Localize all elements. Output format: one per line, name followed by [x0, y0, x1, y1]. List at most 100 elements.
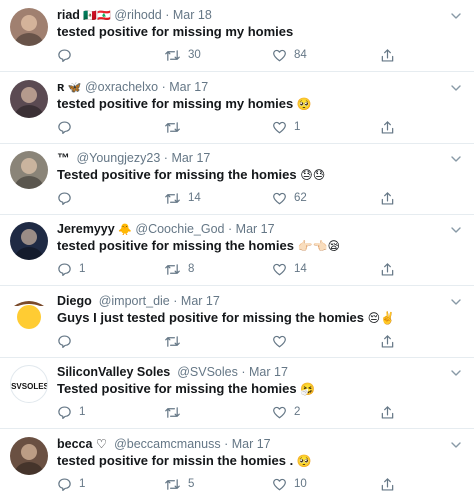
- retweet-count: 30: [188, 49, 201, 61]
- chevron-down-icon[interactable]: [450, 439, 462, 451]
- reply-count: 1: [79, 406, 86, 418]
- avatar[interactable]: [10, 151, 48, 189]
- avatar[interactable]: SVSOLES: [10, 365, 48, 403]
- like-count: 1: [294, 121, 301, 133]
- display-name[interactable]: ™: [57, 151, 70, 165]
- reply-button[interactable]: 1: [57, 476, 85, 492]
- avatar[interactable]: [10, 222, 48, 260]
- reply-count: 1: [79, 478, 86, 490]
- display-name[interactable]: becca ♡: [57, 437, 107, 451]
- display-name[interactable]: ʀ: [57, 80, 64, 94]
- heart-icon: [273, 335, 286, 347]
- tweet-text-body: Guys I just tested positive for missing …: [57, 310, 365, 325]
- avatar[interactable]: [10, 294, 48, 332]
- share-button[interactable]: [380, 261, 395, 277]
- tweet[interactable]: ʀ 🦋 @oxrachelxo · Mar 17 tested positive…: [0, 72, 474, 144]
- user-handle[interactable]: @Youngjezy23: [76, 151, 160, 165]
- reply-button[interactable]: 1: [57, 261, 85, 277]
- chevron-down-icon[interactable]: [450, 10, 462, 22]
- chevron-down-icon[interactable]: [450, 153, 462, 165]
- user-handle[interactable]: @oxrachelxo: [85, 80, 158, 94]
- reply-button[interactable]: 1: [57, 404, 85, 420]
- tweet-timestamp[interactable]: Mar 17: [181, 294, 220, 308]
- user-handle[interactable]: @import_die: [99, 294, 170, 308]
- share-icon: [381, 48, 394, 62]
- user-handle[interactable]: @rihodd: [114, 8, 161, 22]
- tweet-text-body: tested positive for missing my homies: [57, 24, 294, 39]
- tweet-actions: 1: [57, 119, 397, 135]
- reply-icon: [58, 191, 71, 205]
- tweet-timestamp[interactable]: Mar 17: [249, 365, 288, 379]
- retweet-count: 5: [188, 478, 195, 490]
- like-button[interactable]: 10: [272, 476, 307, 492]
- reply-button[interactable]: [57, 333, 79, 349]
- tweet-timestamp[interactable]: Mar 17: [171, 151, 210, 165]
- tweet[interactable]: SVSOLES SiliconValley Soles @SVSoles · M…: [0, 357, 474, 429]
- share-button[interactable]: [380, 476, 395, 492]
- user-handle[interactable]: @SVSoles: [177, 365, 238, 379]
- tweet-actions: 1 2: [57, 404, 397, 420]
- avatar-head: [21, 444, 37, 460]
- share-icon: [381, 477, 394, 491]
- avatar-image: [15, 15, 43, 46]
- retweet-count: 14: [188, 192, 201, 204]
- separator-dot: ·: [241, 365, 246, 379]
- share-button[interactable]: [380, 119, 395, 135]
- tweet-header: ™ @Youngjezy23 · Mar 17: [57, 151, 210, 166]
- retweet-button[interactable]: 14: [164, 190, 201, 206]
- like-button[interactable]: 84: [272, 47, 307, 63]
- avatar[interactable]: [10, 80, 48, 118]
- tweet[interactable]: becca ♡ @beccamcmanuss · Mar 17 tested p…: [0, 429, 474, 497]
- tweet-timestamp[interactable]: Mar 18: [173, 8, 212, 22]
- chevron-down-icon[interactable]: [450, 367, 462, 379]
- tweet[interactable]: riad 🇲🇽🇱🇧 @rihodd · Mar 18 tested positi…: [0, 0, 474, 72]
- heart-icon: [273, 263, 286, 275]
- retweet-button[interactable]: 5: [164, 476, 194, 492]
- tweet[interactable]: Jeremyyy 🐥 @Coochie_God · Mar 17 tested …: [0, 214, 474, 286]
- retweet-button[interactable]: [164, 333, 188, 349]
- avatar[interactable]: [10, 8, 48, 46]
- tweet-actions: 1 5 10: [57, 476, 397, 492]
- retweet-icon: [165, 263, 180, 275]
- user-handle[interactable]: @beccamcmanuss: [114, 437, 220, 451]
- like-button[interactable]: 62: [272, 190, 307, 206]
- share-button[interactable]: [380, 404, 395, 420]
- display-name[interactable]: Diego: [57, 294, 92, 308]
- separator-dot: ·: [163, 151, 168, 165]
- share-button[interactable]: [380, 190, 395, 206]
- chevron-down-icon[interactable]: [450, 296, 462, 308]
- share-icon: [381, 405, 394, 419]
- retweet-icon: [165, 49, 180, 61]
- chevron-down-icon[interactable]: [450, 82, 462, 94]
- like-button[interactable]: 14: [272, 261, 307, 277]
- tweet-timestamp[interactable]: Mar 17: [236, 222, 275, 236]
- heart-icon: [273, 406, 286, 418]
- user-handle[interactable]: @Coochie_God: [135, 222, 224, 236]
- avatar-body: [15, 462, 43, 475]
- avatar[interactable]: [10, 437, 48, 475]
- separator-dot: ·: [173, 294, 178, 308]
- display-name[interactable]: SiliconValley Soles: [57, 365, 170, 379]
- retweet-button[interactable]: [164, 404, 188, 420]
- display-name[interactable]: riad: [57, 8, 80, 22]
- tweet-timestamp[interactable]: Mar 17: [232, 437, 271, 451]
- tweet[interactable]: Diego @import_die · Mar 17 Guys I just t…: [0, 286, 474, 358]
- separator-dot: ·: [228, 222, 233, 236]
- share-button[interactable]: [380, 47, 395, 63]
- retweet-button[interactable]: [164, 119, 188, 135]
- retweet-button[interactable]: 30: [164, 47, 201, 63]
- like-button[interactable]: 2: [272, 404, 300, 420]
- tweet[interactable]: ™ @Youngjezy23 · Mar 17 Tested positive …: [0, 143, 474, 215]
- like-button[interactable]: [272, 333, 294, 349]
- reply-button[interactable]: [57, 47, 79, 63]
- chevron-down-icon[interactable]: [450, 224, 462, 236]
- share-button[interactable]: [380, 333, 395, 349]
- reply-button[interactable]: [57, 119, 79, 135]
- display-name[interactable]: Jeremyyy: [57, 222, 115, 236]
- tweet-timestamp[interactable]: Mar 17: [169, 80, 208, 94]
- retweet-button[interactable]: 8: [164, 261, 194, 277]
- tweet-emoji: 🤧: [300, 382, 316, 396]
- like-button[interactable]: 1: [272, 119, 300, 135]
- reply-button[interactable]: [57, 190, 79, 206]
- tweet-text: tested positive for missing my homies: [57, 24, 297, 40]
